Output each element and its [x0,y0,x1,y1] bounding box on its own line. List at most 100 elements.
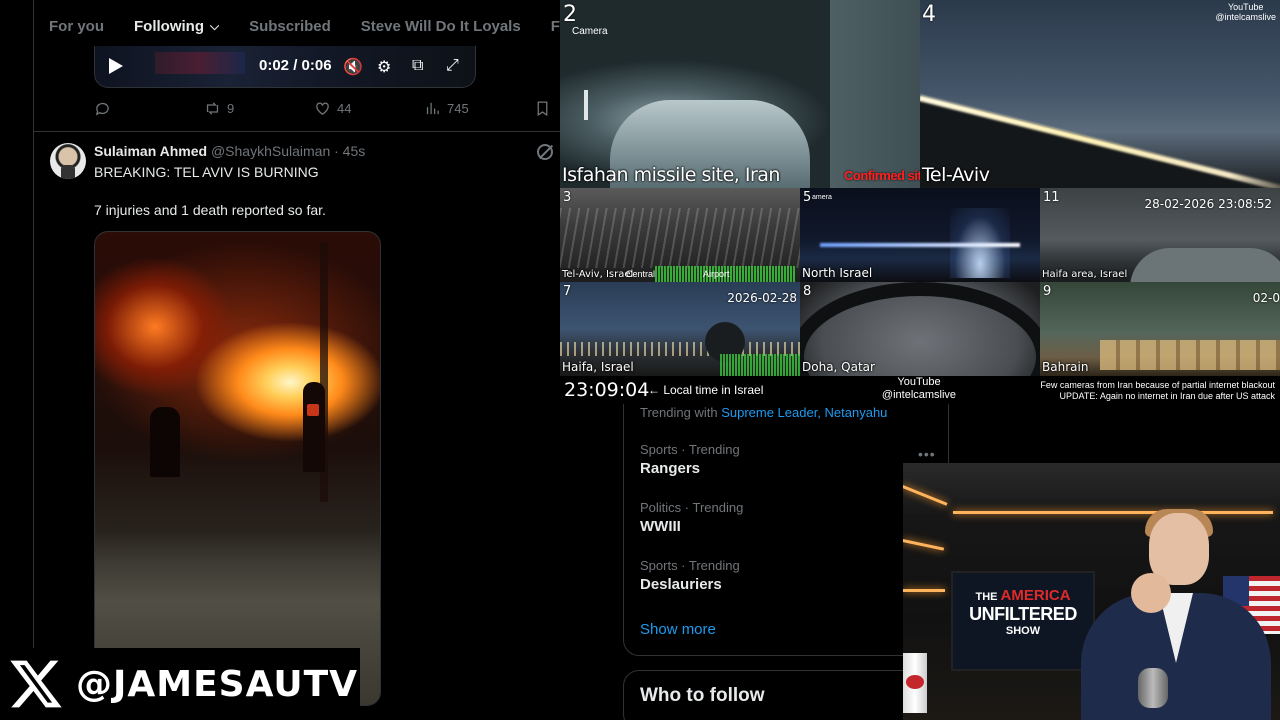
confirmed-site-badge: Confirmed site [844,168,920,183]
camera-feed-haifa-area: 11 28-02-2026 23:08:52 Haifa area, Israe… [1040,188,1280,282]
tab-full-s[interactable]: Full S [551,0,560,52]
trend-item[interactable]: Sports · Trending Rangers [640,442,740,477]
camera-timestamp: 02-0 [1252,291,1280,305]
camera-number: 4 [922,2,936,27]
post-timestamp[interactable]: · 45s [334,143,365,159]
who-to-follow-card: Who to follow [623,670,949,720]
camera-feed-tel-aviv: 4 Tel-Aviv YouTube @intelcamslive [920,0,1280,188]
post-video-thumbnail[interactable] [94,231,381,706]
yt-handle: @intelcamslive [1215,12,1276,22]
post-headline: BREAKING: TEL AVIV IS BURNING [94,164,319,180]
fullscreen-icon[interactable]: ⤢ [446,57,459,75]
camera-timestamp: 2026-02-28 [727,291,797,305]
studio-light-strip [903,589,945,592]
tab-following[interactable]: Following ⌵ [134,0,220,52]
host-webcam-overlay: THE AMERICA UNFILTERED SHOW [903,463,1280,720]
post-body: 7 injuries and 1 death reported so far. [94,202,326,218]
timeline-tabs: For you Following ⌵ Subscribed Steve Will… [34,0,560,52]
avatar[interactable] [50,143,86,179]
repost-count: 9 [227,101,235,116]
yt-label: YouTube [897,376,941,388]
author-handle[interactable]: @ShaykhSulaiman [211,143,330,159]
heart-icon [316,102,329,115]
drink-can [903,653,927,713]
trending-with-link[interactable]: Supreme Leader, Netanyahu [721,405,887,420]
grok-icon[interactable] [537,144,553,160]
bookmark-button[interactable] [534,100,551,117]
post-actions: 9 44 745 [94,100,554,120]
camera-location: Tel-Aviv, Israel [562,269,634,280]
reply-button[interactable] [94,100,111,117]
camera-location: Isfahan missile site, Iran [562,164,780,186]
studio-ceiling [903,463,1280,518]
camera-number: 3 [563,190,572,205]
camera-location: Haifa area, Israel [1042,269,1128,280]
outage-line: Few cameras from Iran because of partial… [1040,380,1275,390]
feed-buildings [1100,340,1280,370]
video-time: 0:02 / 0:06 [259,57,332,74]
outage-line: UPDATE: Again no internet in Iran due af… [1059,391,1275,401]
camera-number: 11 [1043,190,1060,205]
stream-watermark: @JAMESAUTV [0,648,360,720]
picture-in-picture-icon[interactable]: ⧉ [412,57,423,75]
trend-item[interactable]: Politics · Trending WWIII [640,500,743,535]
trend-meta: Politics · Trending [640,500,744,515]
trend-item[interactable]: Sports · Trending Deslauriers [640,558,740,593]
camera-feed-tel-aviv-israel: 3 Tel-Aviv, Israel Central Airport [560,188,800,282]
trending-with-line: Trending with Supreme Leader, Netanyahu [640,405,887,420]
yt-label: YouTube [1227,2,1264,12]
camera-sub-label: Central [626,269,656,279]
microphone [1138,668,1168,708]
feed-mast [584,90,588,120]
trends-card: Trending with Supreme Leader, Netanyahu … [623,404,949,656]
media-silhouette [150,407,180,477]
camera-sub-label: Airport [703,269,730,279]
youtube-channel-tag: YouTube @intelcamslive [860,376,978,402]
local-time-note: ← Local time in Israel [648,383,764,397]
author-name[interactable]: Sulaiman Ahmed [94,143,207,159]
video-player-controls[interactable]: 0:02 / 0:06 🔇 ⚙ ⧉ ⤢ [94,46,476,88]
camera-sub-label: Camera [572,26,608,37]
show-more-link[interactable]: Show more [640,621,716,638]
camera-feed-north-israel: 5 amera North Israel [800,188,1040,282]
camera-feed-bahrain: 9 02-0 Bahrain [1040,282,1280,376]
host-person [1071,509,1271,720]
repost-button[interactable]: 9 [204,100,234,117]
repost-icon [206,102,219,115]
views-bar-chart-icon [426,102,439,115]
logo-america: AMERICA [1000,587,1071,604]
tab-label: Steve Will Do It Loyals [360,17,521,35]
youtube-channel-tag: YouTube @intelcamslive [1215,2,1276,22]
mute-icon[interactable]: 🔇 [343,57,363,77]
trend-name: Deslauriers [640,576,722,593]
feed-dome [1130,248,1280,282]
who-to-follow-heading: Who to follow [640,685,765,706]
trend-meta: Sports · Trending [640,558,740,573]
trend-name: WWIII [640,518,681,535]
trending-with-prefix: Trending with [640,405,718,420]
feed-shoreline [820,243,1020,247]
tab-for-you[interactable]: For you [49,0,104,52]
tab-steve-will-do-it-loyals[interactable]: Steve Will Do It Loyals [361,0,521,52]
camera-timestamp: 28-02-2026 23:08:52 [1144,197,1272,211]
video-frame [155,52,245,74]
trend-meta: Sports · Trending [640,442,740,457]
camera-feed-isfahan: 2 Camera Isfahan missile site, Iran Conf… [560,0,920,188]
camera-number: 8 [803,284,812,299]
more-options-icon[interactable]: ••• [918,446,936,462]
tab-subscribed[interactable]: Subscribed [249,0,331,52]
internet-outage-note: Few cameras from Iran because of partial… [1040,380,1275,402]
logo-the: THE [975,591,1001,603]
play-icon[interactable] [109,58,123,74]
camera-location: Doha, Qatar [802,360,875,374]
camera-feed-doha: 8 Doha, Qatar [800,282,1040,376]
camera-number: 7 [563,284,572,299]
camera-location: Tel-Aviv [922,164,990,186]
settings-gear-icon[interactable]: ⚙ [377,57,391,77]
camera-number: 9 [1043,284,1052,299]
views-button[interactable]: 745 [424,100,469,117]
like-button[interactable]: 44 [314,100,351,117]
view-count: 745 [447,101,469,116]
trend-name: Rangers [640,460,701,477]
tab-label: Following [134,17,204,35]
